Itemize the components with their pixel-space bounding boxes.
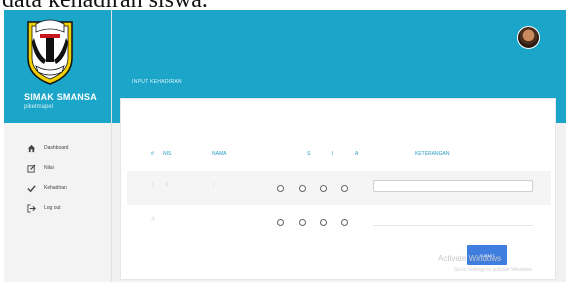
user-role: piketmapel: [24, 104, 54, 110]
radio-izin[interactable]: [320, 219, 327, 226]
sidebar-item-nilai[interactable]: Nilai: [4, 158, 111, 178]
sidebar: SIMAK SMANSA piketmapel Dashboard Nilai: [4, 10, 112, 282]
radio-hadir[interactable]: [299, 219, 306, 226]
app-name: SIMAK SMANSA: [24, 92, 97, 102]
keterangan-input[interactable]: [373, 214, 533, 226]
edit-icon: [26, 163, 36, 173]
app-window: INPUT KEHADIRAN SIMAK SMANSA piketmapel: [4, 10, 566, 282]
col-a: A: [355, 151, 359, 157]
radio-sakit[interactable]: [277, 219, 284, 226]
row-number: 4: [151, 216, 155, 223]
sidebar-nav: Dashboard Nilai Kehadiran Log out: [4, 138, 111, 218]
radio-alpa[interactable]: [341, 185, 348, 192]
radio-hadir[interactable]: [299, 185, 306, 192]
keterangan-input[interactable]: [373, 180, 533, 192]
attendance-card: # NIS NAMA S I A KETERANGAN 1 4 / 4 SUBM…: [120, 98, 556, 280]
sidebar-item-label: Dashboard: [44, 145, 69, 151]
col-nis: NIS: [163, 151, 172, 157]
school-logo: [27, 19, 73, 85]
logout-icon: [26, 203, 36, 213]
table-row: 4: [127, 205, 551, 239]
row-number: 1: [151, 182, 155, 189]
table-row: 1 4 /: [127, 171, 551, 205]
col-s: S: [307, 151, 311, 157]
col-no: #: [151, 151, 154, 157]
sidebar-item-label: Log out: [44, 205, 61, 211]
windows-watermark-title: Activate Windows: [438, 254, 502, 263]
windows-watermark-subtitle: Go to Settings to activate Windows.: [454, 267, 533, 273]
home-icon: [26, 143, 36, 153]
radio-sakit[interactable]: [277, 185, 284, 192]
page-title: INPUT KEHADIRAN: [132, 79, 182, 85]
sidebar-item-logout[interactable]: Log out: [4, 198, 111, 218]
row-nis: 4: [165, 182, 169, 189]
sidebar-item-dashboard[interactable]: Dashboard: [4, 138, 111, 158]
col-keterangan: KETERANGAN: [415, 151, 450, 157]
sidebar-item-label: Kehadiran: [44, 185, 67, 191]
row-nama: /: [213, 182, 215, 189]
radio-izin[interactable]: [320, 185, 327, 192]
sidebar-item-label: Nilai: [44, 165, 54, 171]
sidebar-header: SIMAK SMANSA piketmapel: [4, 10, 111, 123]
radio-alpa[interactable]: [341, 219, 348, 226]
col-i: I: [332, 151, 334, 157]
table-header: # NIS NAMA S I A KETERANGAN: [121, 151, 555, 163]
check-icon: [26, 183, 36, 193]
col-nama: NAMA: [212, 151, 227, 157]
sidebar-item-kehadiran[interactable]: Kehadiran: [4, 178, 111, 198]
user-avatar[interactable]: [517, 26, 540, 49]
